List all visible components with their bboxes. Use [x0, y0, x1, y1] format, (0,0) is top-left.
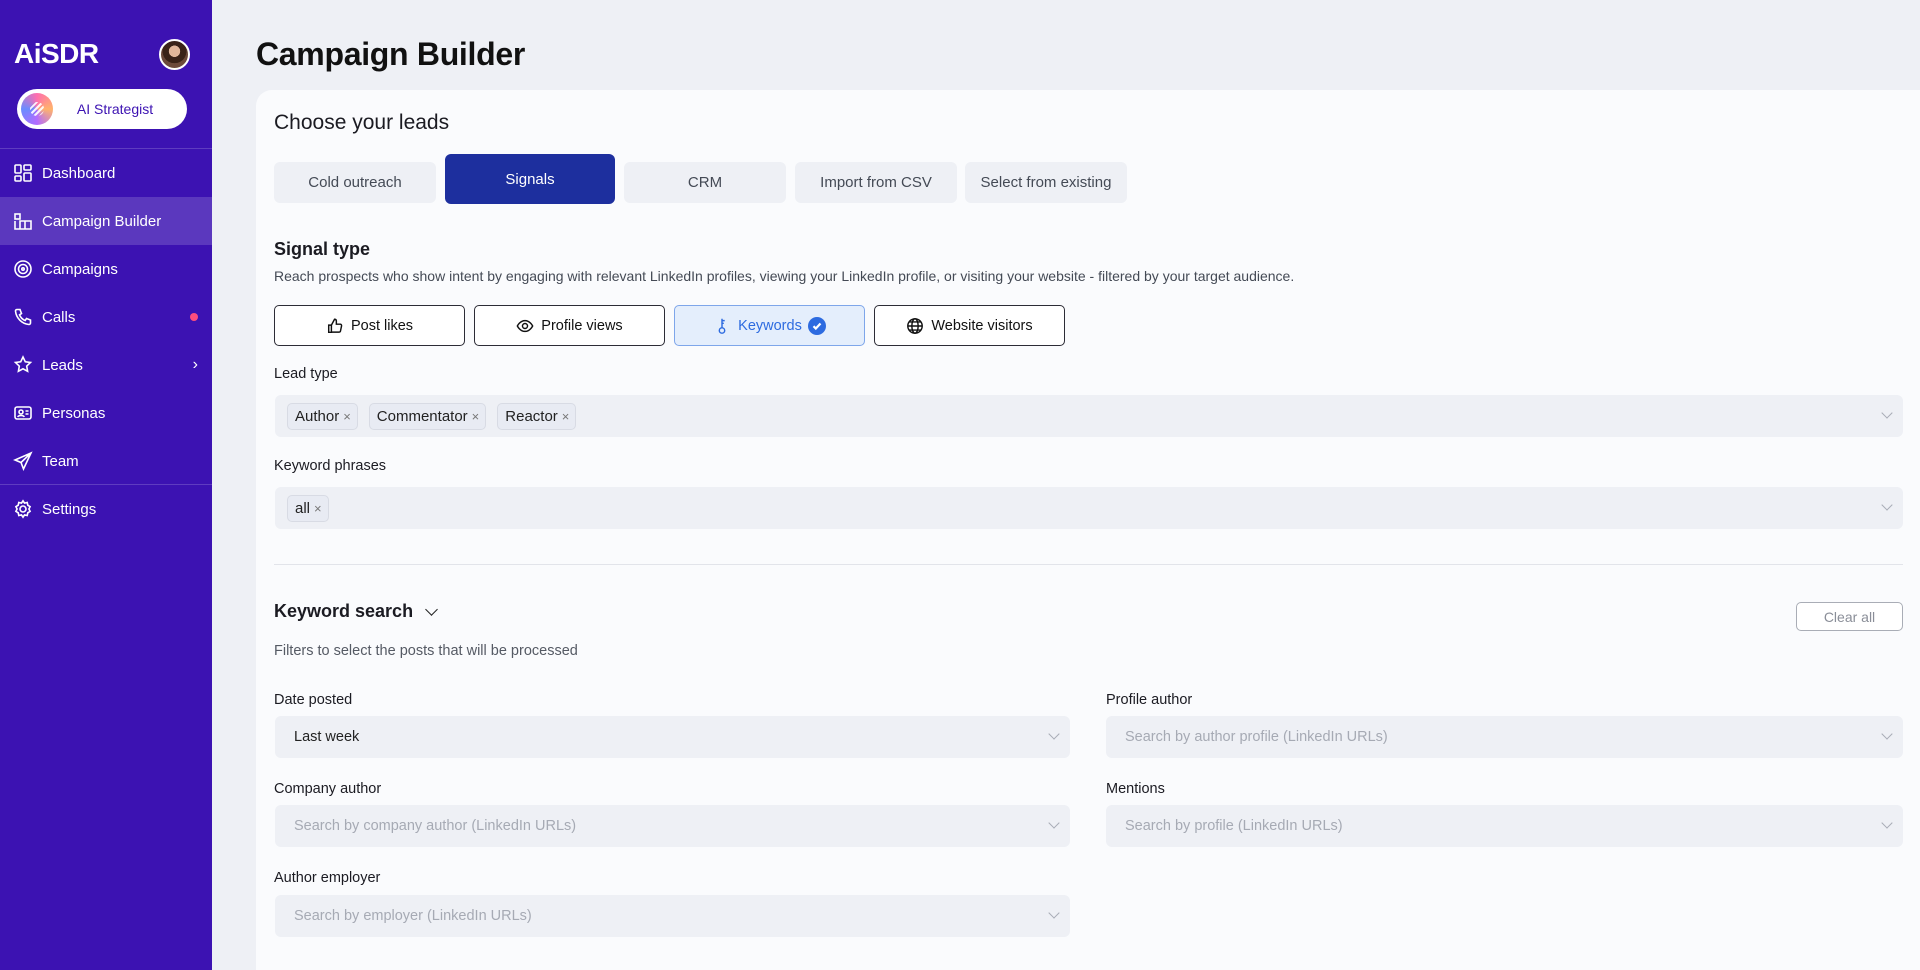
company-author-placeholder: Search by company author (LinkedIn URLs)	[294, 818, 577, 834]
chevron-down-icon	[1048, 907, 1060, 919]
mentions-placeholder: Search by profile (LinkedIn URLs)	[1125, 818, 1343, 834]
sidebar-item-label: Settings	[42, 500, 97, 518]
keyword-phrases-select[interactable]: all ×	[275, 487, 1903, 529]
dashboard-icon	[13, 163, 33, 183]
clear-all-button[interactable]: Clear all	[1796, 602, 1903, 631]
keywords-button[interactable]: Keywords	[674, 305, 865, 346]
tab-crm[interactable]: CRM	[624, 162, 786, 203]
campaign-builder-icon	[13, 211, 33, 231]
choose-leads-heading: Choose your leads	[274, 111, 450, 134]
chevron-down-icon	[1881, 728, 1893, 740]
tab-select-existing[interactable]: Select from existing	[965, 162, 1127, 203]
website-visitors-button[interactable]: Website visitors	[874, 305, 1065, 346]
post-likes-label: Post likes	[350, 317, 414, 334]
profile-views-label: Profile views	[541, 317, 623, 334]
chevron-down-icon	[1881, 499, 1893, 511]
website-visitors-label: Website visitors	[931, 317, 1033, 334]
sidebar-item-calls[interactable]: Calls	[0, 293, 212, 341]
remove-icon[interactable]: ×	[314, 501, 322, 516]
sidebar: AiSDR AI Strategist Dashboard Campaign B…	[0, 0, 212, 970]
sidebar-item-label: Team	[42, 452, 79, 470]
sidebar-item-label: Personas	[42, 404, 106, 422]
sidebar-item-personas[interactable]: Personas	[0, 389, 212, 437]
sidebar-item-label: Calls	[42, 308, 76, 326]
keyword-search-heading: Keyword search	[274, 601, 414, 621]
lead-type-select[interactable]: Author × Commentator × Reactor ×	[275, 395, 1903, 437]
sidebar-item-label: Leads	[42, 356, 83, 374]
lead-type-label: Lead type	[274, 366, 338, 382]
sidebar-item-campaign-builder[interactable]: Campaign Builder	[0, 197, 212, 245]
sidebar-item-label: Campaigns	[42, 260, 118, 278]
date-posted-select[interactable]: Last week	[275, 716, 1070, 758]
post-likes-button[interactable]: Post likes	[274, 305, 465, 346]
sidebar-item-campaigns[interactable]: Campaigns	[0, 245, 212, 293]
sidebar-item-label: Dashboard	[42, 164, 116, 182]
gear-icon	[13, 499, 33, 519]
ai-strategist-label: AI Strategist	[76, 101, 154, 117]
globe-icon	[907, 317, 924, 334]
chip-label: Reactor	[505, 407, 558, 425]
signal-type-heading: Signal type	[274, 239, 371, 259]
send-icon	[13, 451, 33, 471]
chip-label: all	[295, 499, 311, 517]
eye-icon	[516, 319, 534, 332]
target-icon	[13, 259, 33, 279]
keyword-search-description: Filters to select the posts that will be…	[274, 643, 578, 659]
sidebar-item-dashboard[interactable]: Dashboard	[0, 149, 212, 197]
author-employer-label: Author employer	[274, 870, 381, 886]
persona-card-icon	[13, 403, 33, 423]
tab-import-csv[interactable]: Import from CSV	[795, 162, 957, 203]
phone-icon	[13, 307, 33, 327]
profile-views-button[interactable]: Profile views	[474, 305, 665, 346]
ai-orb-icon	[21, 93, 53, 125]
mentions-label: Mentions	[1106, 781, 1165, 797]
profile-author-placeholder: Search by author profile (LinkedIn URLs)	[1125, 729, 1388, 745]
thumbs-up-icon	[327, 318, 343, 333]
sidebar-item-leads[interactable]: Leads ›	[0, 341, 212, 389]
sidebar-item-label: Campaign Builder	[42, 212, 162, 230]
sidebar-item-team[interactable]: Team	[0, 437, 212, 485]
date-posted-label: Date posted	[274, 692, 353, 708]
keyword-search-toggle[interactable]: Keyword search	[274, 601, 438, 622]
tab-signals[interactable]: Signals	[445, 154, 615, 204]
company-author-label: Company author	[274, 781, 382, 797]
notification-dot	[190, 313, 198, 321]
chevron-down-icon	[1881, 817, 1893, 829]
page-title: Campaign Builder	[256, 36, 526, 72]
chevron-down-icon	[1048, 728, 1060, 740]
tab-cold-outreach[interactable]: Cold outreach	[274, 162, 436, 203]
keyword-phrases-label: Keyword phrases	[274, 458, 387, 474]
signal-description: Reach prospects who show intent by engag…	[274, 268, 1295, 284]
avatar[interactable]	[159, 39, 190, 70]
profile-author-label: Profile author	[1106, 692, 1193, 708]
remove-icon[interactable]: ×	[562, 409, 570, 424]
company-author-select[interactable]: Search by company author (LinkedIn URLs)	[275, 805, 1070, 847]
chevron-down-icon	[1048, 817, 1060, 829]
remove-icon[interactable]: ×	[472, 409, 480, 424]
brand-logo: AiSDR	[14, 38, 99, 69]
chevron-down-icon	[425, 602, 438, 616]
keyword-chip[interactable]: all ×	[287, 494, 329, 522]
lead-type-chip[interactable]: Reactor ×	[497, 402, 577, 430]
chip-label: Author	[295, 407, 340, 425]
star-person-icon	[13, 355, 33, 375]
author-employer-placeholder: Search by employer (LinkedIn URLs)	[294, 908, 532, 924]
key-icon	[718, 318, 726, 334]
date-posted-value: Last week	[294, 729, 360, 745]
chevron-right-icon: ›	[192, 356, 198, 373]
ai-strategist-button[interactable]: AI Strategist	[17, 89, 187, 129]
lead-type-chip[interactable]: Author ×	[287, 402, 358, 430]
chip-label: Commentator	[376, 407, 468, 425]
keywords-label: Keywords	[738, 317, 802, 334]
chevron-down-icon	[1881, 407, 1893, 419]
check-circle-icon	[807, 316, 826, 335]
author-employer-select[interactable]: Search by employer (LinkedIn URLs)	[275, 895, 1070, 937]
sidebar-item-settings[interactable]: Settings	[0, 485, 212, 533]
mentions-select[interactable]: Search by profile (LinkedIn URLs)	[1106, 805, 1903, 847]
lead-type-chip[interactable]: Commentator ×	[368, 402, 487, 430]
remove-icon[interactable]: ×	[343, 409, 351, 424]
profile-author-select[interactable]: Search by author profile (LinkedIn URLs)	[1106, 716, 1903, 758]
section-divider	[274, 564, 1903, 565]
